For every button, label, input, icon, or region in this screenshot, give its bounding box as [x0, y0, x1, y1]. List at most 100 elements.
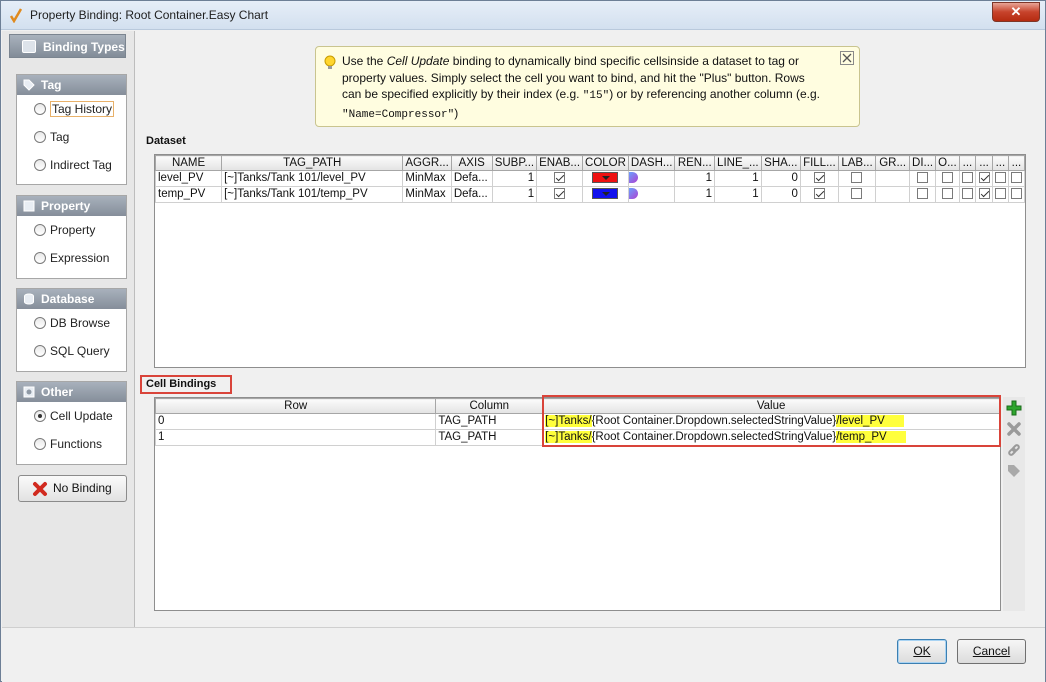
tag-icon[interactable]	[1006, 463, 1022, 479]
col-header[interactable]: O...	[935, 155, 960, 171]
col-header[interactable]: AGGR...	[402, 155, 452, 171]
cell-aggregation[interactable]: MinMax	[402, 186, 452, 203]
cell-subplot[interactable]: 1	[491, 186, 538, 203]
checkbox[interactable]	[851, 188, 863, 200]
col-header[interactable]: LINE_...	[714, 155, 762, 171]
radio-cell-update[interactable]: Cell Update	[17, 402, 126, 430]
radio-button[interactable]	[34, 252, 46, 264]
radio-tag[interactable]: Tag	[17, 123, 126, 151]
col-header-row[interactable]: Row	[155, 398, 437, 414]
checkbox[interactable]	[554, 172, 566, 184]
checkbox-cell[interactable]	[799, 170, 839, 187]
checkbox[interactable]	[1010, 172, 1022, 184]
cancel-button[interactable]: Cancel	[957, 639, 1026, 664]
col-header-column[interactable]: Column	[435, 398, 544, 414]
color-swatch[interactable]	[592, 172, 619, 184]
checkbox-cell[interactable]	[991, 186, 1009, 203]
checkbox[interactable]	[851, 172, 863, 184]
dataset-table[interactable]: NAME TAG_PATH AGGR... AXIS SUBP... ENAB.…	[154, 154, 1026, 368]
tip-close-icon[interactable]	[840, 51, 854, 65]
dataset-row[interactable]: temp_PV [~]Tanks/Tank 101/temp_PV MinMax De…	[155, 186, 1025, 203]
checkbox-cell[interactable]	[958, 186, 977, 203]
checkbox[interactable]	[994, 188, 1006, 200]
radio-indirect-tag[interactable]: Indirect Tag	[17, 151, 126, 179]
color-swatch[interactable]	[592, 188, 619, 200]
cell-render[interactable]: 1	[674, 170, 716, 187]
checkbox[interactable]	[813, 172, 825, 184]
radio-button[interactable]	[34, 159, 46, 171]
no-binding-button[interactable]: No Binding	[18, 475, 127, 502]
cell-name[interactable]: temp_PV	[155, 186, 223, 203]
checkbox[interactable]	[961, 172, 973, 184]
checkbox[interactable]	[917, 188, 929, 200]
checkbox[interactable]	[941, 172, 953, 184]
radio-sql-query[interactable]: SQL Query	[17, 337, 126, 365]
checkbox[interactable]	[1010, 188, 1022, 200]
radio-property[interactable]: Property	[17, 216, 126, 244]
col-header[interactable]: DI...	[909, 155, 937, 171]
cell-group[interactable]	[875, 186, 911, 203]
cell-row-index[interactable]: 0	[155, 413, 437, 430]
cell-line-weight[interactable]: 1	[714, 186, 762, 203]
checkbox[interactable]	[978, 172, 990, 184]
cell-column-name[interactable]: TAG_PATH	[435, 429, 544, 446]
cell-subplot[interactable]: 1	[491, 170, 538, 187]
radio-button[interactable]	[34, 224, 46, 236]
checkbox-cell[interactable]	[975, 186, 993, 203]
cell-axis[interactable]: Defa...	[450, 170, 493, 187]
cell-dash[interactable]	[627, 186, 676, 203]
cell-color[interactable]	[582, 170, 629, 187]
radio-button[interactable]	[34, 438, 46, 450]
checkbox-cell[interactable]	[909, 170, 937, 187]
col-header[interactable]: SUBP...	[491, 155, 538, 171]
col-header[interactable]: REN...	[674, 155, 716, 171]
radio-button[interactable]	[34, 345, 46, 357]
cell-shape[interactable]: 0	[760, 170, 801, 187]
col-header[interactable]: ...	[958, 155, 977, 171]
col-header[interactable]: ...	[1007, 155, 1025, 171]
col-header[interactable]: ENAB...	[536, 155, 584, 171]
ok-button[interactable]: OK	[897, 639, 947, 664]
cell-column-name[interactable]: TAG_PATH	[435, 413, 544, 430]
col-header[interactable]: COLOR	[582, 155, 629, 171]
radio-button[interactable]	[34, 131, 46, 143]
col-header[interactable]: AXIS	[450, 155, 493, 171]
link-icon[interactable]	[1006, 442, 1022, 458]
checkbox-cell[interactable]	[935, 186, 960, 203]
cell-dash[interactable]	[627, 170, 676, 187]
checkbox-cell[interactable]	[909, 186, 937, 203]
radio-db-browse[interactable]: DB Browse	[17, 309, 126, 337]
radio-tag-history[interactable]: Tag History	[17, 95, 126, 123]
radio-expression[interactable]: Expression	[17, 244, 126, 272]
title-bar[interactable]: Property Binding: Root Container.Easy Ch…	[1, 1, 1045, 30]
checkbox[interactable]	[917, 172, 929, 184]
cell-aggregation[interactable]: MinMax	[402, 170, 452, 187]
radio-button[interactable]	[34, 103, 46, 115]
cell-render[interactable]: 1	[674, 186, 716, 203]
checkbox-cell[interactable]	[991, 170, 1009, 187]
cell-row-index[interactable]: 1	[155, 429, 437, 446]
dataset-grid[interactable]: NAME TAG_PATH AGGR... AXIS SUBP... ENAB.…	[155, 155, 1025, 203]
col-header[interactable]: SHA...	[760, 155, 801, 171]
col-header[interactable]: TAG_PATH	[221, 155, 404, 171]
window-close-button[interactable]: ✕	[992, 2, 1040, 22]
cell-color[interactable]	[582, 186, 629, 203]
checkbox-cell[interactable]	[958, 170, 977, 187]
checkbox-cell[interactable]	[536, 170, 584, 187]
radio-functions[interactable]: Functions	[17, 430, 126, 458]
col-header[interactable]: GR...	[875, 155, 911, 171]
col-header[interactable]: NAME	[155, 155, 223, 171]
cell-name[interactable]: level_PV	[155, 170, 223, 187]
checkbox-cell[interactable]	[1007, 186, 1025, 203]
checkbox[interactable]	[978, 188, 990, 200]
checkbox[interactable]	[961, 188, 973, 200]
checkbox-cell[interactable]	[536, 186, 584, 203]
col-header[interactable]: FILL...	[799, 155, 839, 171]
cell-axis[interactable]: Defa...	[450, 186, 493, 203]
cell-line-weight[interactable]: 1	[714, 170, 762, 187]
dataset-row[interactable]: level_PV [~]Tanks/Tank 101/level_PV MinMax…	[155, 170, 1025, 187]
add-icon[interactable]	[1006, 400, 1022, 416]
delete-icon[interactable]	[1006, 421, 1022, 437]
checkbox[interactable]	[813, 188, 825, 200]
checkbox[interactable]	[994, 172, 1006, 184]
